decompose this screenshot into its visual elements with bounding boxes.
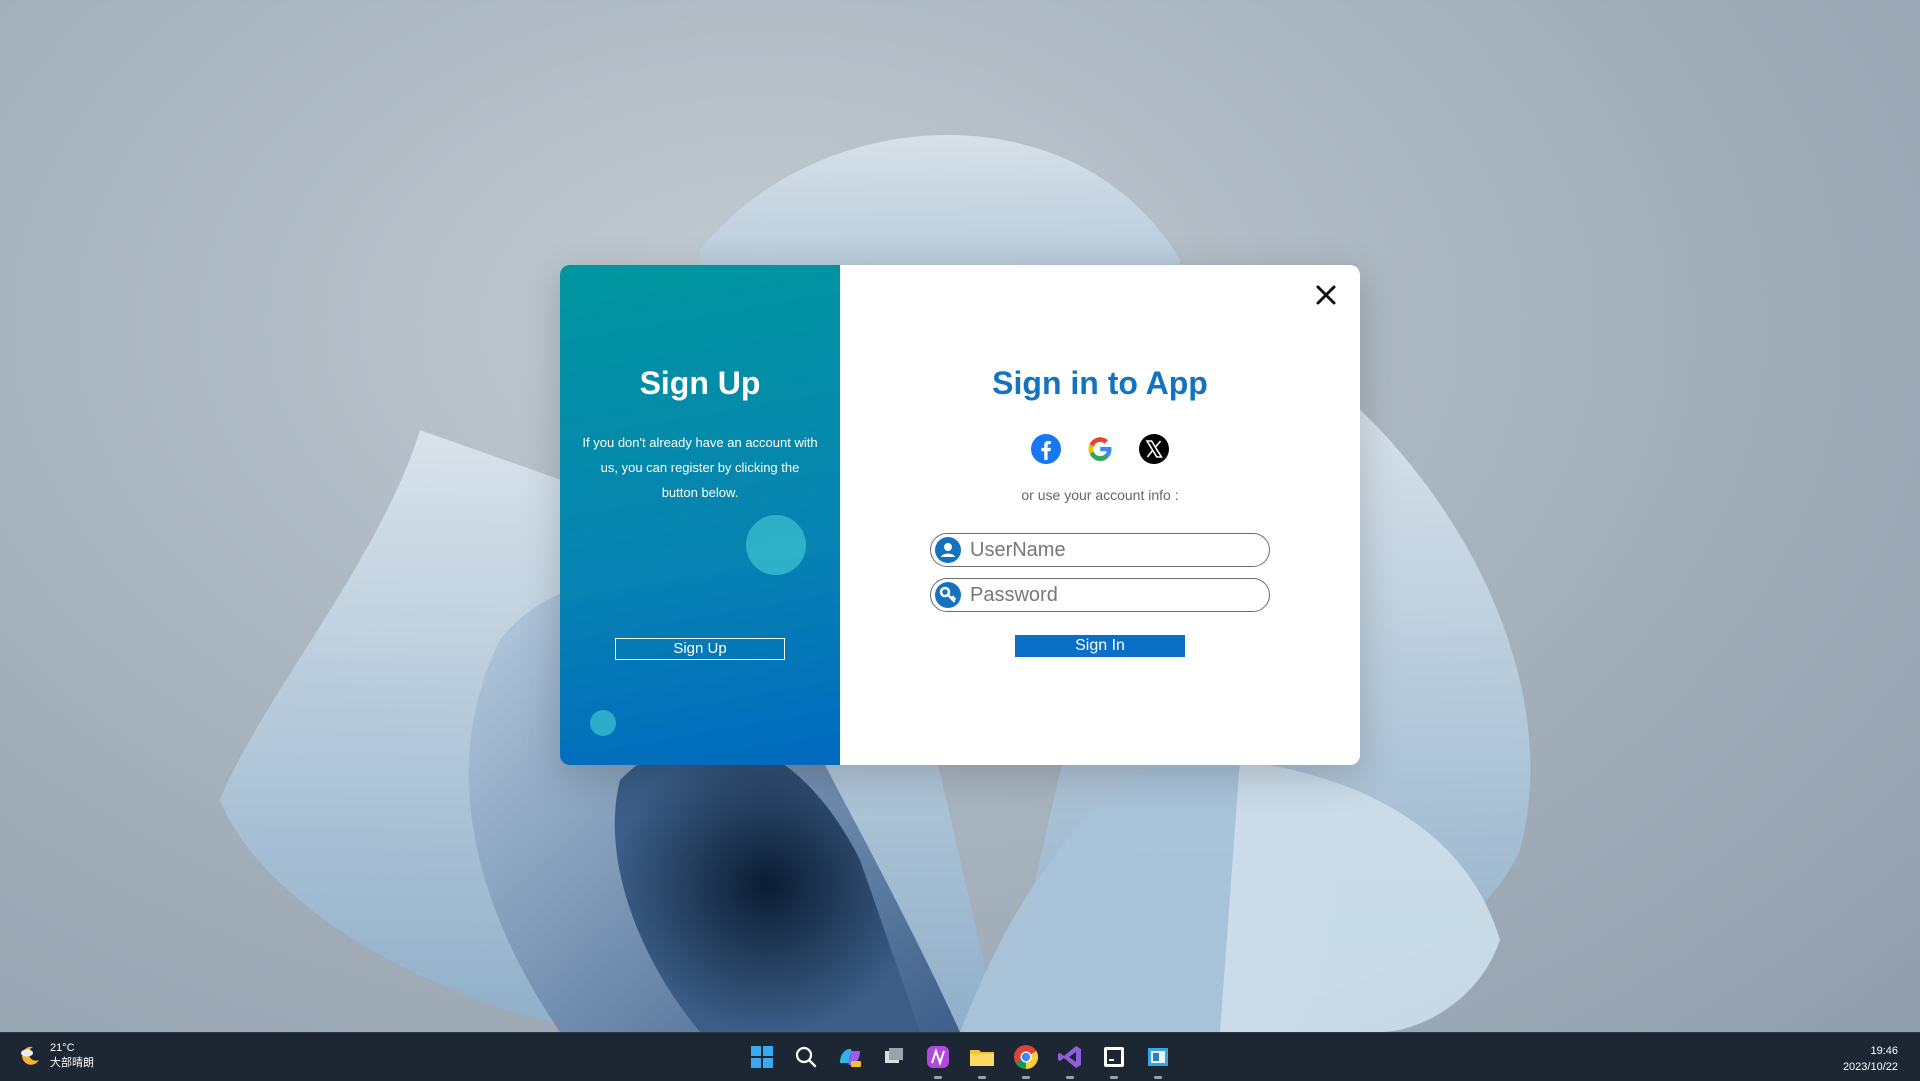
weather-temperature: 21°C (50, 1042, 75, 1054)
running-indicator (1110, 1076, 1118, 1079)
system-clock[interactable]: 19:46 2023/10/22 (1843, 1043, 1898, 1075)
signin-panel: Sign in to App or use your account info … (840, 265, 1360, 765)
running-indicator (1022, 1076, 1030, 1079)
search-icon[interactable] (790, 1041, 822, 1073)
username-field (930, 533, 1270, 567)
start-icon[interactable] (746, 1041, 778, 1073)
x-icon[interactable] (1138, 433, 1170, 465)
close-icon[interactable] (1314, 283, 1338, 307)
signup-button[interactable]: Sign Up (615, 638, 785, 660)
username-input[interactable] (968, 537, 1262, 563)
clock-time: 19:46 (1870, 1045, 1898, 1057)
password-input[interactable] (968, 582, 1262, 608)
user-icon (934, 536, 962, 564)
signup-title: Sign Up (639, 365, 761, 401)
signup-panel: Sign Up If you don't already have an acc… (560, 265, 840, 765)
weather-description: 大部晴朗 (50, 1057, 94, 1069)
password-field (930, 578, 1270, 612)
taskbar: 21°C 大部晴朗 19:46 2023/10/22 (0, 1032, 1920, 1081)
visual-studio-icon[interactable] (1054, 1041, 1086, 1079)
terminal-icon[interactable] (1098, 1041, 1130, 1079)
clock-date: 2023/10/22 (1842, 1061, 1898, 1073)
running-indicator (1066, 1076, 1074, 1079)
task-view-icon[interactable] (878, 1041, 910, 1073)
signin-button[interactable]: Sign In (1015, 635, 1185, 657)
running-indicator (1154, 1076, 1162, 1079)
running-indicator (978, 1076, 986, 1079)
google-icon[interactable] (1084, 433, 1116, 465)
copilot-icon[interactable] (834, 1041, 866, 1073)
signin-title: Sign in to App (992, 365, 1208, 401)
alternative-login-text: or use your account info : (1021, 487, 1179, 503)
weather-moon-icon (18, 1044, 42, 1068)
signin-dialog: Sign Up If you don't already have an acc… (560, 265, 1360, 765)
facebook-icon[interactable] (1030, 433, 1062, 465)
file-explorer-icon[interactable] (966, 1041, 998, 1079)
decorative-bubble-small (590, 710, 616, 736)
social-login-row (840, 433, 1360, 465)
app-window-icon[interactable] (1142, 1041, 1174, 1079)
key-icon (934, 581, 962, 609)
weather-widget[interactable]: 21°C 大部晴朗 (18, 1041, 94, 1071)
chrome-icon[interactable] (1010, 1041, 1042, 1079)
signup-description: If you don't already have an account wit… (582, 435, 818, 500)
app-purple-icon[interactable] (922, 1041, 954, 1079)
running-indicator (934, 1076, 942, 1079)
decorative-bubble-large (746, 515, 806, 575)
taskbar-apps (746, 1041, 1174, 1079)
